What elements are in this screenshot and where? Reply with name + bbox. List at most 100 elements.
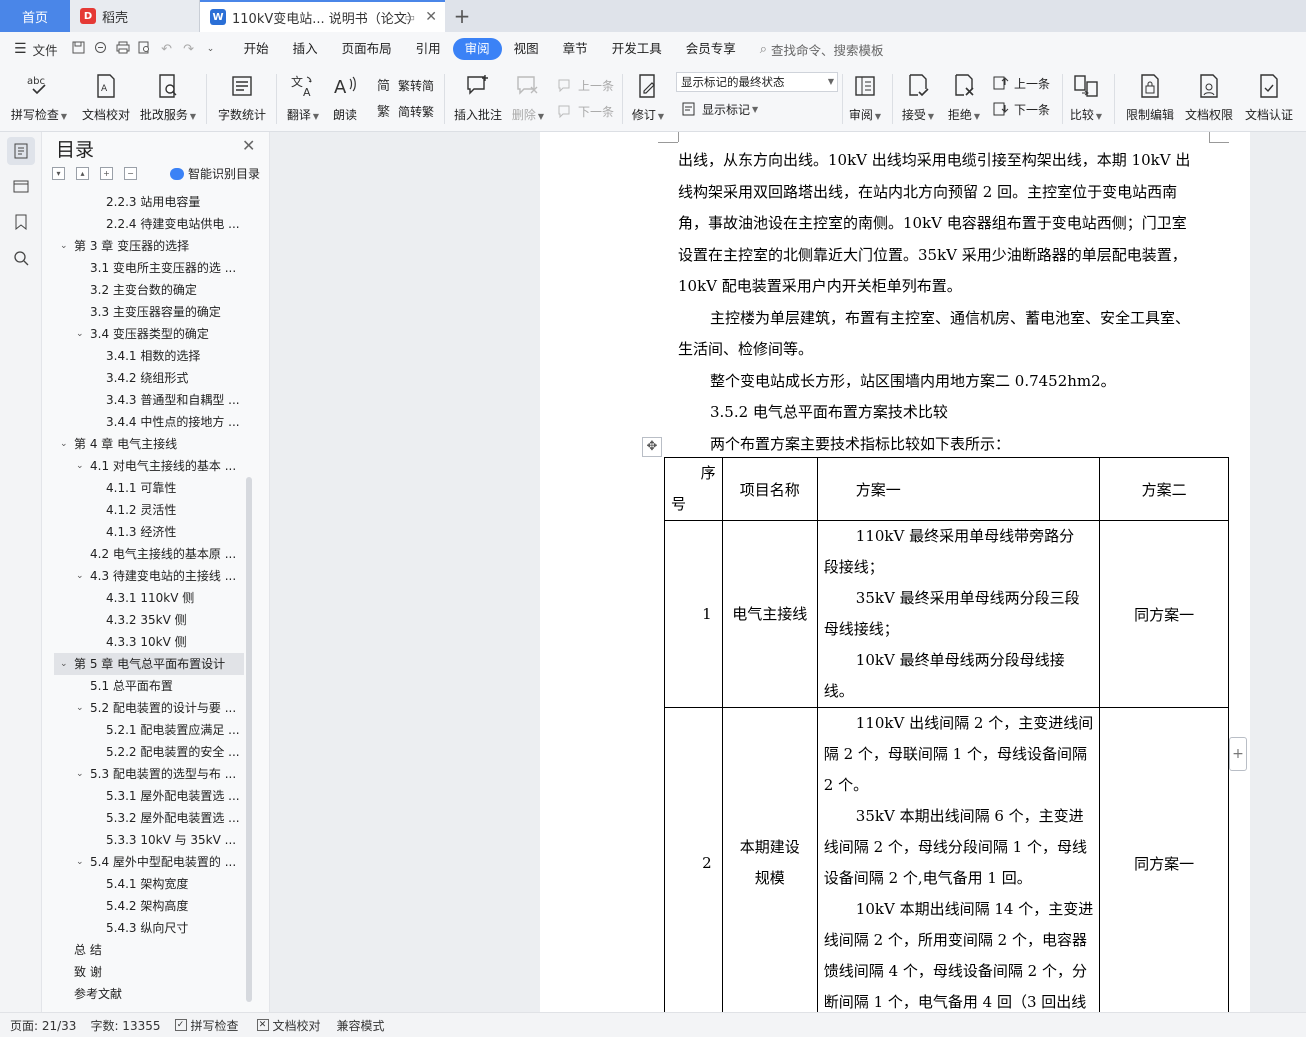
toc-item[interactable]: 3.4.3 普通型和自耦型 ... — [54, 389, 244, 411]
file-menu[interactable]: ☰ 文件 — [0, 40, 68, 59]
toc-item[interactable]: 4.3.3 10kV 侧 — [54, 631, 244, 653]
toc-item[interactable]: 5.3.3 10kV 与 35kV ... — [54, 829, 244, 851]
smart-toc-button[interactable]: 智能识别目录 — [170, 165, 260, 182]
toc-item[interactable]: 3.4.1 相数的选择 — [54, 345, 244, 367]
reject-button[interactable]: 拒绝 ▼ — [944, 66, 984, 123]
simp-to-trad-button[interactable]: 繁 简转繁 — [376, 100, 434, 122]
review-pane-button[interactable]: 审阅 ▼ — [846, 66, 884, 123]
add-heading-icon[interactable]: + — [100, 167, 113, 180]
menu-chapter[interactable]: 章节 — [551, 38, 600, 60]
toc-item[interactable]: 3.1 变电所主变压器的选 ... — [54, 257, 244, 279]
chevron-down-icon[interactable]: ⌄ — [76, 763, 84, 785]
batch-service-button[interactable]: 批改服务 ▼ — [138, 66, 198, 123]
menu-member[interactable]: 会员专享 — [674, 38, 748, 60]
document-page[interactable]: 出线，从东方向出线。10kV 出线均采用电缆引接至构架出线，本期 10kV 出线… — [540, 132, 1250, 1012]
chevron-down-icon[interactable]: ⌄ — [76, 565, 84, 587]
command-search[interactable]: ⌕ 查找命令、搜索模板 — [760, 40, 884, 59]
print-icon[interactable] — [112, 41, 134, 58]
status-spellcheck[interactable]: ✓ 拼写检查 — [174, 1017, 239, 1034]
toc-item[interactable]: ⌄ 4.3 待建变电站的主接线 ... — [54, 565, 244, 587]
chapter-nav-icon[interactable] — [7, 172, 35, 200]
toc-item[interactable]: 5.4.2 架构高度 — [54, 895, 244, 917]
expand-up-icon[interactable]: ▴ — [76, 167, 89, 180]
table-move-handle-icon[interactable]: ✥ — [642, 437, 662, 457]
menu-insert[interactable]: 插入 — [281, 38, 330, 60]
collapse-all-icon[interactable]: ▾ — [52, 167, 65, 180]
save-icon[interactable] — [68, 41, 90, 58]
chevron-down-icon[interactable]: ⌄ — [60, 653, 68, 675]
toc-item[interactable]: ⌄ 第 4 章 电气主接线 — [54, 433, 244, 455]
prev-comment-button[interactable]: 上一条 — [556, 74, 614, 96]
toc-item[interactable]: ⌄ 5.3 配电装置的选型与布 ... — [54, 763, 244, 785]
undo-icon[interactable]: ↶ — [156, 42, 178, 57]
toc-item[interactable]: ⌄ 第 3 章 变压器的选择 — [54, 235, 244, 257]
add-column-icon[interactable]: + — [1229, 737, 1247, 771]
toc-item[interactable]: 5.1 总平面布置 — [54, 675, 244, 697]
translate-button[interactable]: 文A 翻译 ▼ — [282, 66, 324, 123]
toc-item[interactable]: 2.2.4 待建变电站供电 ... — [54, 213, 244, 235]
accept-button[interactable]: 接受 ▼ — [898, 66, 938, 123]
toc-scrollbar[interactable] — [246, 477, 252, 1002]
doc-proof-button[interactable]: A 文档校对 — [78, 66, 134, 123]
revise-button[interactable]: 修订 ▼ — [626, 66, 670, 123]
menu-view[interactable]: 视图 — [502, 38, 551, 60]
toc-item[interactable]: 4.2 电气主接线的基本原 ... — [54, 543, 244, 565]
redo-icon[interactable]: ↷ — [178, 42, 200, 57]
export-pdf-icon[interactable] — [90, 41, 112, 58]
tab-home[interactable]: 首页 — [0, 0, 70, 32]
toc-item[interactable]: ⌄ 3.4 变压器类型的确定 — [54, 323, 244, 345]
window-icon[interactable]: ▭ — [405, 11, 415, 24]
chevron-down-icon[interactable]: ⌄ — [60, 235, 68, 257]
toc-item[interactable]: 5.4.1 架构宽度 — [54, 873, 244, 895]
bookmark-icon[interactable] — [7, 208, 35, 236]
toc-item[interactable]: 4.1.2 灵活性 — [54, 499, 244, 521]
toc-item[interactable]: ⌄ 4.1 对电气主接线的基本 ... — [54, 455, 244, 477]
menu-references[interactable]: 引用 — [404, 38, 453, 60]
toc-item[interactable]: ⌄ 5.4 屋外中型配电装置的 ... — [54, 851, 244, 873]
chevron-down-icon[interactable]: ⌄ — [76, 697, 84, 719]
toc-item[interactable]: 5.3.1 屋外配电装置选 ... — [54, 785, 244, 807]
toc-item[interactable]: 5.2.2 配电装置的安全 ... — [54, 741, 244, 763]
customize-chevron-icon[interactable]: ⌄ — [200, 44, 222, 54]
status-words[interactable]: 字数: 13355 — [90, 1017, 160, 1034]
word-count-button[interactable]: 字数统计 — [214, 66, 270, 123]
toc-item[interactable]: 5.3.2 屋外配电装置选 ... — [54, 807, 244, 829]
toc-item[interactable]: 3.4.2 绕组形式 — [54, 367, 244, 389]
show-markup-button[interactable]: 显示标记 ▼ — [680, 98, 758, 120]
menu-review[interactable]: 审阅 — [452, 38, 502, 60]
toc-item[interactable]: 总 结 — [54, 939, 244, 961]
doc-permission-button[interactable]: 文档权限 — [1180, 66, 1238, 123]
next-comment-button[interactable]: 下一条 — [556, 100, 614, 122]
close-tab-icon[interactable]: ✕ — [425, 9, 437, 25]
find-icon[interactable] — [7, 244, 35, 272]
spellcheck-button[interactable]: abc 拼写检查 ▼ — [10, 66, 68, 123]
toc-item[interactable]: 5.4.3 纵向尺寸 — [54, 917, 244, 939]
toc-item[interactable]: 3.3 主变压器容量的确定 — [54, 301, 244, 323]
toc-panel-icon[interactable] — [7, 137, 35, 165]
toc-item[interactable]: 参考文献 — [54, 983, 244, 1005]
delete-comment-button[interactable]: 删除 ▼ — [508, 66, 548, 123]
chevron-down-icon[interactable]: ⌄ — [60, 433, 68, 455]
insert-comment-button[interactable]: 插入批注 — [450, 66, 506, 123]
toc-item[interactable]: 4.3.2 35kV 侧 — [54, 609, 244, 631]
trad-to-simp-button[interactable]: 简 繁转简 — [376, 74, 434, 96]
toc-item[interactable]: 2.2.3 站用电容量 — [54, 191, 244, 213]
status-proof[interactable]: ✕ 文档校对 — [256, 1017, 321, 1034]
toc-item[interactable]: 4.1.3 经济性 — [54, 521, 244, 543]
menu-home[interactable]: 开始 — [232, 38, 281, 60]
toc-item[interactable]: ⌄ 5.2 配电装置的设计与要 ... — [54, 697, 244, 719]
doc-cert-button[interactable]: 文档认证 — [1240, 66, 1298, 123]
new-tab-button[interactable]: + — [445, 0, 479, 32]
toc-item[interactable]: 致 谢 — [54, 961, 244, 983]
chevron-down-icon[interactable]: ⌄ — [76, 455, 84, 477]
compare-button[interactable]: 比较 ▼ — [1066, 66, 1106, 123]
menu-developer[interactable]: 开发工具 — [600, 38, 674, 60]
remove-heading-icon[interactable]: − — [124, 167, 137, 180]
read-aloud-button[interactable]: A 朗读 — [326, 66, 364, 123]
toc-item[interactable]: 5.2.1 配电装置应满足 ... — [54, 719, 244, 741]
tab-active-document[interactable]: W 110kV变电站... 说明书（论文） ▭ ✕ — [200, 0, 445, 32]
toc-item[interactable]: 3.2 主变台数的确定 — [54, 279, 244, 301]
next-change-button[interactable]: 下一条 — [992, 98, 1050, 120]
print-preview-icon[interactable] — [134, 41, 156, 58]
close-icon[interactable]: ✕ — [242, 136, 255, 155]
